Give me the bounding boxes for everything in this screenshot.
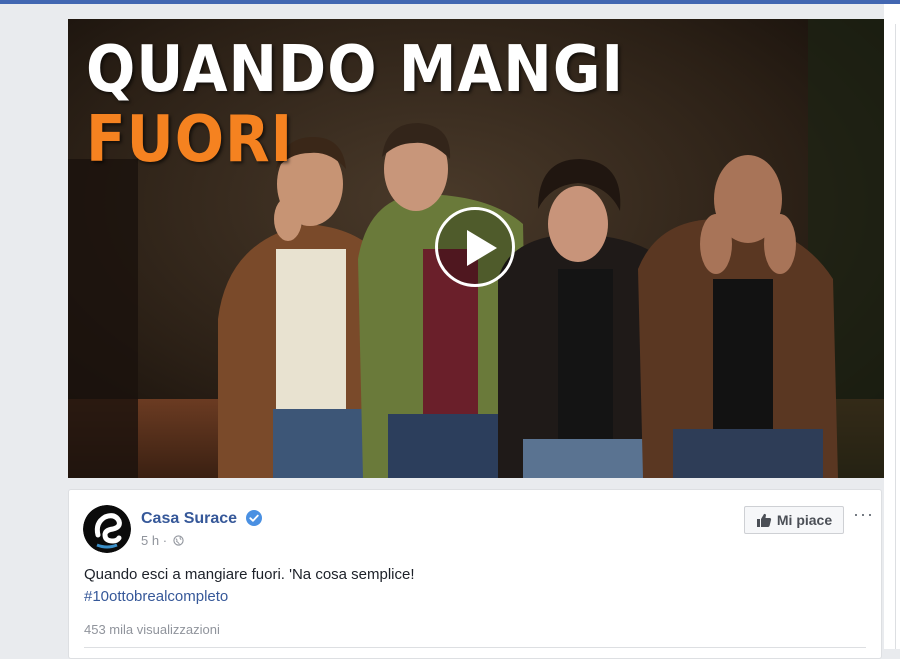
view-count: 453 mila visualizzazioni [84, 622, 220, 637]
post-card: Casa Surace 5 h · Mi piace ··· Quando es… [68, 489, 882, 659]
column-divider [895, 24, 896, 649]
left-railing [68, 159, 138, 478]
post-timestamp[interactable]: 5 h [141, 533, 159, 548]
meta-separator: · [162, 533, 168, 548]
post-meta: 5 h · [141, 533, 184, 548]
thumbs-up-icon [756, 513, 771, 527]
video-headline-line1: QUANDO MANGI [86, 31, 625, 107]
verified-badge-icon [246, 510, 262, 526]
hashtag-link[interactable]: #10ottobrealcompleto [84, 588, 228, 605]
page-avatar[interactable] [83, 505, 131, 553]
like-button-label: Mi piace [776, 512, 833, 528]
page-name-link[interactable]: Casa Surace [141, 510, 237, 528]
like-page-button[interactable]: Mi piace [744, 506, 844, 534]
more-options-icon[interactable]: ··· [853, 505, 874, 523]
post-text: Quando esci a mangiare fuori. 'Na cosa s… [84, 566, 415, 583]
play-button[interactable] [435, 207, 515, 287]
casa-surace-logo [83, 505, 131, 553]
globe-icon [173, 535, 184, 546]
card-divider [84, 647, 866, 648]
video-player[interactable]: QUANDO MANGI FUORI [68, 19, 884, 478]
top-navigation-bar [0, 0, 900, 4]
video-headline-line2: FUORI [86, 101, 294, 177]
right-column [884, 4, 900, 649]
